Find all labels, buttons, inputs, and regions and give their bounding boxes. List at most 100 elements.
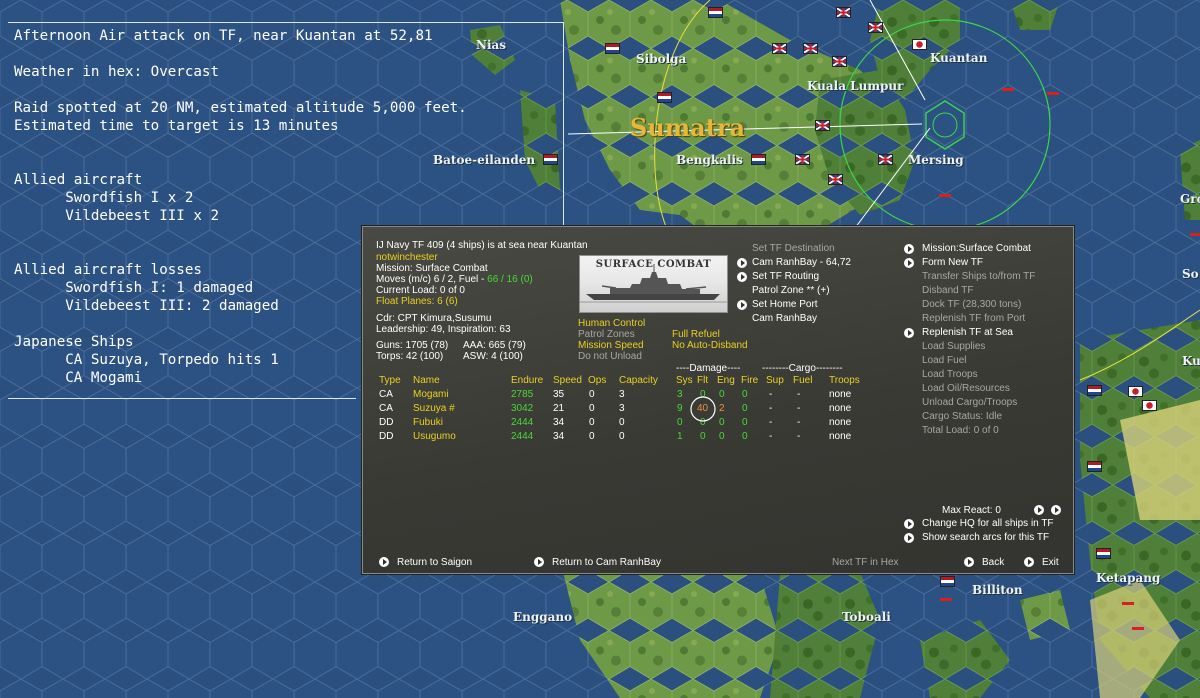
- set-home-port-button[interactable]: Set Home Port: [752, 299, 818, 311]
- arrow-right-icon[interactable]: [737, 272, 747, 282]
- british-flag-icon[interactable]: [795, 154, 810, 165]
- ship-eng: 0: [719, 417, 725, 428]
- ship-sys: 9: [677, 403, 683, 414]
- ship-name[interactable]: Usugumo: [413, 431, 456, 443]
- ship-endure: 2444: [511, 417, 534, 428]
- report-line-vildebeest-loss: Vildebeest III: 2 damaged: [14, 298, 279, 314]
- arrow-right-icon[interactable]: [904, 533, 914, 543]
- ship-fuel: -: [797, 417, 801, 428]
- arrow-right-icon[interactable]: [904, 258, 914, 268]
- ship-name[interactable]: Suzuya #: [413, 403, 455, 415]
- set-tf-routing-button[interactable]: Set TF Routing: [752, 271, 819, 283]
- ship-flt: 0: [700, 431, 706, 442]
- dutch-flag-icon[interactable]: [1087, 461, 1102, 472]
- unload-cargo-button[interactable]: Unload Cargo/Troops: [922, 397, 1017, 409]
- no-auto-disband-toggle[interactable]: No Auto-Disband: [672, 340, 748, 352]
- dock-tf-button[interactable]: Dock TF (28,300 tons): [922, 299, 1021, 311]
- load-supplies-button[interactable]: Load Supplies: [922, 341, 985, 353]
- dutch-flag-icon[interactable]: [751, 154, 766, 165]
- change-hq-button[interactable]: Change HQ for all ships in TF: [922, 518, 1054, 530]
- show-search-arcs-button[interactable]: Show search arcs for this TF: [922, 532, 1049, 544]
- report-line-vildebeest: Vildebeest III x 2: [14, 208, 219, 224]
- ship-sys: 3: [677, 389, 683, 400]
- ship-fuel: -: [797, 431, 801, 442]
- ship-speed: 21: [553, 403, 565, 414]
- do-not-unload-toggle[interactable]: Do not Unload: [578, 351, 642, 363]
- arrow-right-icon[interactable]: [904, 328, 914, 338]
- arrow-right-icon[interactable]: [379, 557, 389, 567]
- dutch-flag-icon[interactable]: [1096, 548, 1111, 559]
- dutch-flag-icon[interactable]: [708, 7, 723, 18]
- british-flag-icon[interactable]: [832, 56, 847, 67]
- col-sys[interactable]: Sys: [676, 375, 693, 387]
- map-label-enggano: Enggano: [513, 610, 573, 624]
- transfer-ships-button[interactable]: Transfer Ships to/from TF: [922, 271, 1035, 283]
- arrow-right-icon[interactable]: [534, 557, 544, 567]
- arrow-right-icon[interactable]: [1024, 557, 1034, 567]
- col-ops[interactable]: Ops: [588, 375, 606, 387]
- patrol-zone-option[interactable]: Patrol Zone ** (+): [752, 285, 830, 297]
- map-label-so: So: [1182, 267, 1199, 281]
- damage-highlight-ring: [690, 396, 716, 422]
- cam-ranh-bay-destination[interactable]: Cam RanhBay - 64,72: [752, 257, 851, 269]
- form-new-tf-button[interactable]: Form New TF: [922, 257, 983, 269]
- col-endure[interactable]: Endure: [511, 375, 543, 387]
- col-flt[interactable]: Flt: [697, 375, 708, 387]
- ship-name[interactable]: Mogami: [413, 389, 449, 401]
- load-troops-button[interactable]: Load Troops: [922, 369, 978, 381]
- japanese-flag-icon[interactable]: [1128, 386, 1143, 397]
- back-button[interactable]: Back: [982, 557, 1004, 569]
- arrow-right-icon[interactable]: [737, 258, 747, 268]
- load-oil-button[interactable]: Load Oil/Resources: [922, 383, 1010, 395]
- disband-tf-button[interactable]: Disband TF: [922, 285, 974, 297]
- ship-speed: 35: [553, 389, 565, 400]
- british-flag-icon[interactable]: [815, 120, 830, 131]
- replenish-from-port-button[interactable]: Replenish TF from Port: [922, 313, 1025, 325]
- dutch-flag-icon[interactable]: [605, 43, 620, 54]
- arrow-right-icon[interactable]: [964, 557, 974, 567]
- col-type[interactable]: Type: [379, 375, 401, 387]
- col-eng[interactable]: Eng: [717, 375, 735, 387]
- arrow-right-icon[interactable]: [904, 244, 914, 254]
- ship-name[interactable]: Fubuki: [413, 417, 443, 429]
- ship-fire: 0: [742, 431, 748, 442]
- dutch-flag-icon[interactable]: [1087, 385, 1102, 396]
- fast-forward-icon[interactable]: [1051, 505, 1061, 515]
- arrow-right-icon[interactable]: [904, 519, 914, 529]
- japanese-flag-icon[interactable]: [1142, 400, 1157, 411]
- col-fuel[interactable]: Fuel: [793, 375, 812, 387]
- col-troops[interactable]: Troops: [829, 375, 860, 387]
- mission-surface-combat-button[interactable]: Mission:Surface Combat: [922, 243, 1031, 255]
- return-to-saigon-button[interactable]: Return to Saigon: [397, 557, 472, 569]
- british-flag-icon[interactable]: [803, 43, 818, 54]
- col-fire[interactable]: Fire: [741, 375, 758, 387]
- map-label-billiton: Billiton: [972, 583, 1023, 597]
- british-flag-icon[interactable]: [772, 43, 787, 54]
- exit-button[interactable]: Exit: [1042, 557, 1059, 569]
- ship-type: DD: [379, 417, 394, 428]
- british-flag-icon[interactable]: [868, 22, 883, 33]
- replenish-at-sea-button[interactable]: Replenish TF at Sea: [922, 327, 1013, 339]
- british-flag-icon[interactable]: [836, 7, 851, 18]
- ship-troops: none: [829, 417, 852, 428]
- report-line-suzuya: CA Suzuya, Torpedo hits 1: [14, 352, 279, 368]
- col-sup[interactable]: Sup: [766, 375, 784, 387]
- tf-float-planes[interactable]: Float Planes: 6 (6): [376, 296, 458, 308]
- col-speed[interactable]: Speed: [553, 375, 582, 387]
- ship-troops: none: [829, 389, 852, 400]
- next-tf-in-hex-button[interactable]: Next TF in Hex: [832, 557, 899, 569]
- col-capacity[interactable]: Capacity: [619, 375, 658, 387]
- british-flag-icon[interactable]: [878, 154, 893, 165]
- load-fuel-button[interactable]: Load Fuel: [922, 355, 966, 367]
- home-port-cam-ranh-bay[interactable]: Cam RanhBay: [752, 313, 817, 325]
- arrow-right-icon[interactable]: [737, 300, 747, 310]
- col-name[interactable]: Name: [413, 375, 440, 387]
- dutch-flag-icon[interactable]: [940, 576, 955, 587]
- report-line-attack: Afternoon Air attack on TF, near Kuantan…: [14, 28, 433, 44]
- dutch-flag-icon[interactable]: [657, 92, 672, 103]
- japanese-flag-icon[interactable]: [912, 39, 927, 50]
- ship-ops: 0: [589, 389, 595, 400]
- arrow-right-icon[interactable]: [1034, 505, 1044, 515]
- return-to-cam-ranh-bay-button[interactable]: Return to Cam RanhBay: [552, 557, 661, 569]
- british-flag-icon[interactable]: [828, 174, 843, 185]
